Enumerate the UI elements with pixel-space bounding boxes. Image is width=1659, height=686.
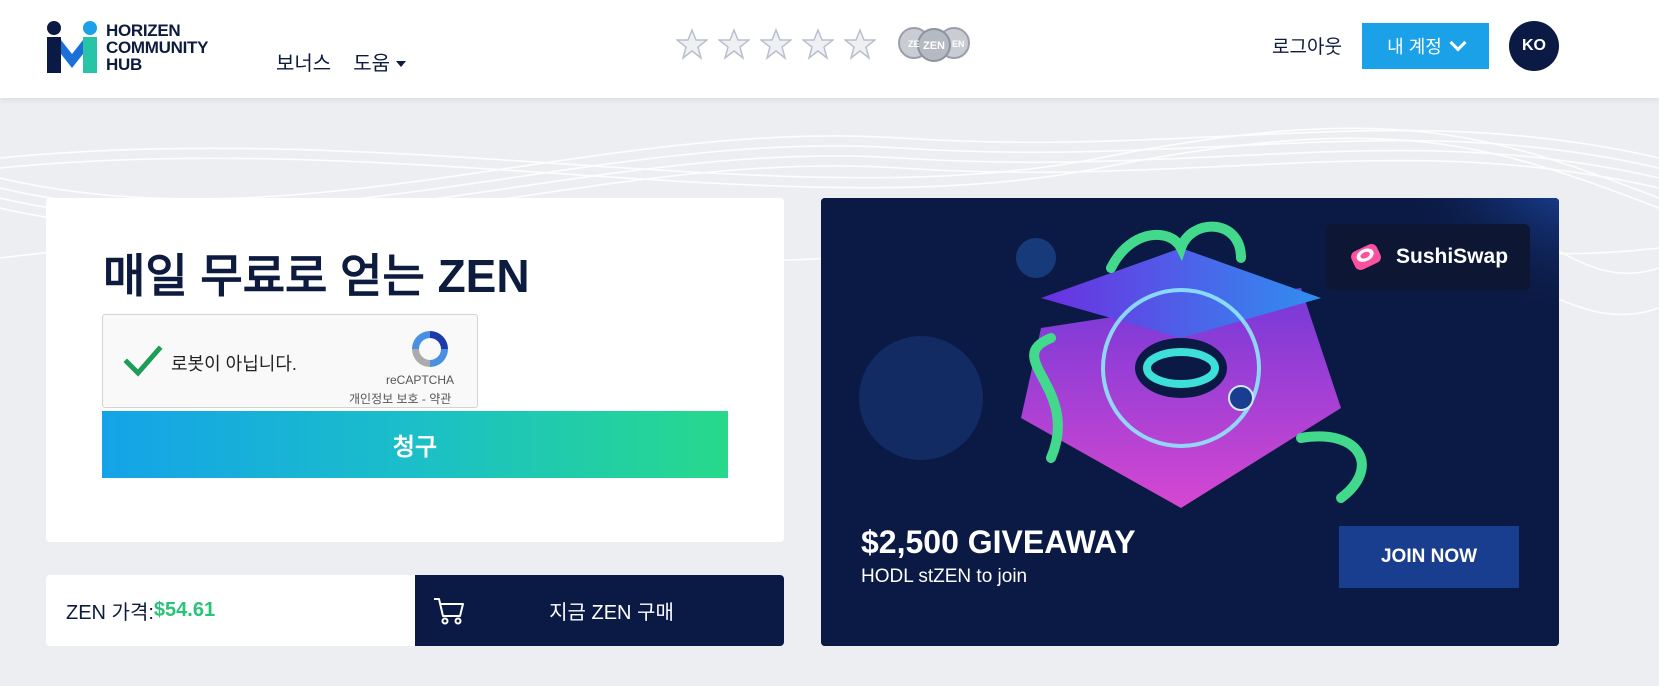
buy-zen-label: 지금 ZEN 구매 [549, 602, 674, 624]
rating-stars [676, 28, 876, 60]
giveaway-banner[interactable]: SushiSwap $2,500 GIVEAWAY HODL stZEN to … [821, 198, 1559, 646]
logo-wordmark: HORIZEN COMMUNITY HUB [106, 22, 208, 73]
svg-text:EN: EN [952, 39, 965, 49]
account-button[interactable]: 내 계정 [1362, 23, 1489, 69]
chevron-down-icon [1449, 34, 1467, 52]
nav-item-label: 보너스 [276, 53, 332, 75]
coin-label: ZEN [923, 40, 945, 52]
join-now-button[interactable]: JOIN NOW [1339, 526, 1519, 588]
claim-button[interactable]: 청구 [102, 411, 728, 478]
price-value: $54.61 [153, 599, 216, 621]
logout-link[interactable]: 로그아웃 [1272, 32, 1342, 59]
language-selector[interactable]: KO [1509, 21, 1559, 71]
logo-line-1: HORIZEN [106, 20, 181, 40]
caret-down-icon [396, 60, 407, 67]
faucet-card: 매일 무료로 얻는 ZEN 로봇이 아닙니다. reCAPTCHA 개인정보 보… [46, 198, 784, 542]
zen-coins-icon: ZE EN ZEN [898, 27, 970, 62]
star-icon[interactable] [844, 28, 876, 60]
star-icon[interactable] [718, 28, 750, 60]
price-label: ZEN 가격: [66, 602, 154, 624]
horizen-logo-icon [47, 21, 97, 73]
sushiswap-label: SushiSwap [1396, 245, 1509, 268]
sushiswap-badge[interactable]: SushiSwap [1326, 224, 1530, 290]
logo-line-2: COMMUNITY [106, 37, 209, 57]
nav-item-label: 도움 [353, 53, 391, 75]
recaptcha-terms-link[interactable]: 개인정보 보호 - 약관 [349, 390, 451, 407]
horizen-logo[interactable]: HORIZEN COMMUNITY HUB [46, 20, 256, 74]
recaptcha-logo-icon [412, 331, 448, 367]
logo-line-3: HUB [106, 54, 142, 74]
account-button-label: 내 계정 [1387, 37, 1442, 57]
recaptcha-label: 로봇이 아닙니다. [171, 354, 297, 374]
recaptcha-brand: reCAPTCHA [385, 373, 454, 387]
nav-item-bonus[interactable]: 보너스 [276, 47, 331, 76]
giveaway-title: $2,500 GIVEAWAY [861, 524, 1136, 560]
recaptcha-widget: 로봇이 아닙니다. reCAPTCHA 개인정보 보호 - 약관 [102, 314, 478, 408]
buy-zen-button[interactable]: 지금 ZEN 구매 [415, 575, 784, 646]
svg-text:ZE: ZE [908, 39, 920, 49]
main-nav: 보너스 도움 [276, 47, 407, 76]
star-icon[interactable] [802, 28, 834, 60]
star-icon[interactable] [676, 28, 708, 60]
price-bar: ZEN 가격: $54.61 지금 ZEN 구매 [46, 575, 784, 646]
checkmark-icon[interactable] [123, 341, 163, 381]
sushiswap-logo-icon [1351, 243, 1381, 271]
giveaway-subtitle: HODL stZEN to join [861, 566, 1028, 587]
zen-price: ZEN 가격: $54.61 [46, 575, 415, 646]
nav-item-help[interactable]: 도움 [353, 47, 407, 76]
top-header: HORIZEN COMMUNITY HUB 보너스 도움 ZE EN ZEN 로… [0, 0, 1659, 98]
page-title: 매일 무료로 얻는 ZEN [103, 250, 530, 302]
star-icon[interactable] [760, 28, 792, 60]
